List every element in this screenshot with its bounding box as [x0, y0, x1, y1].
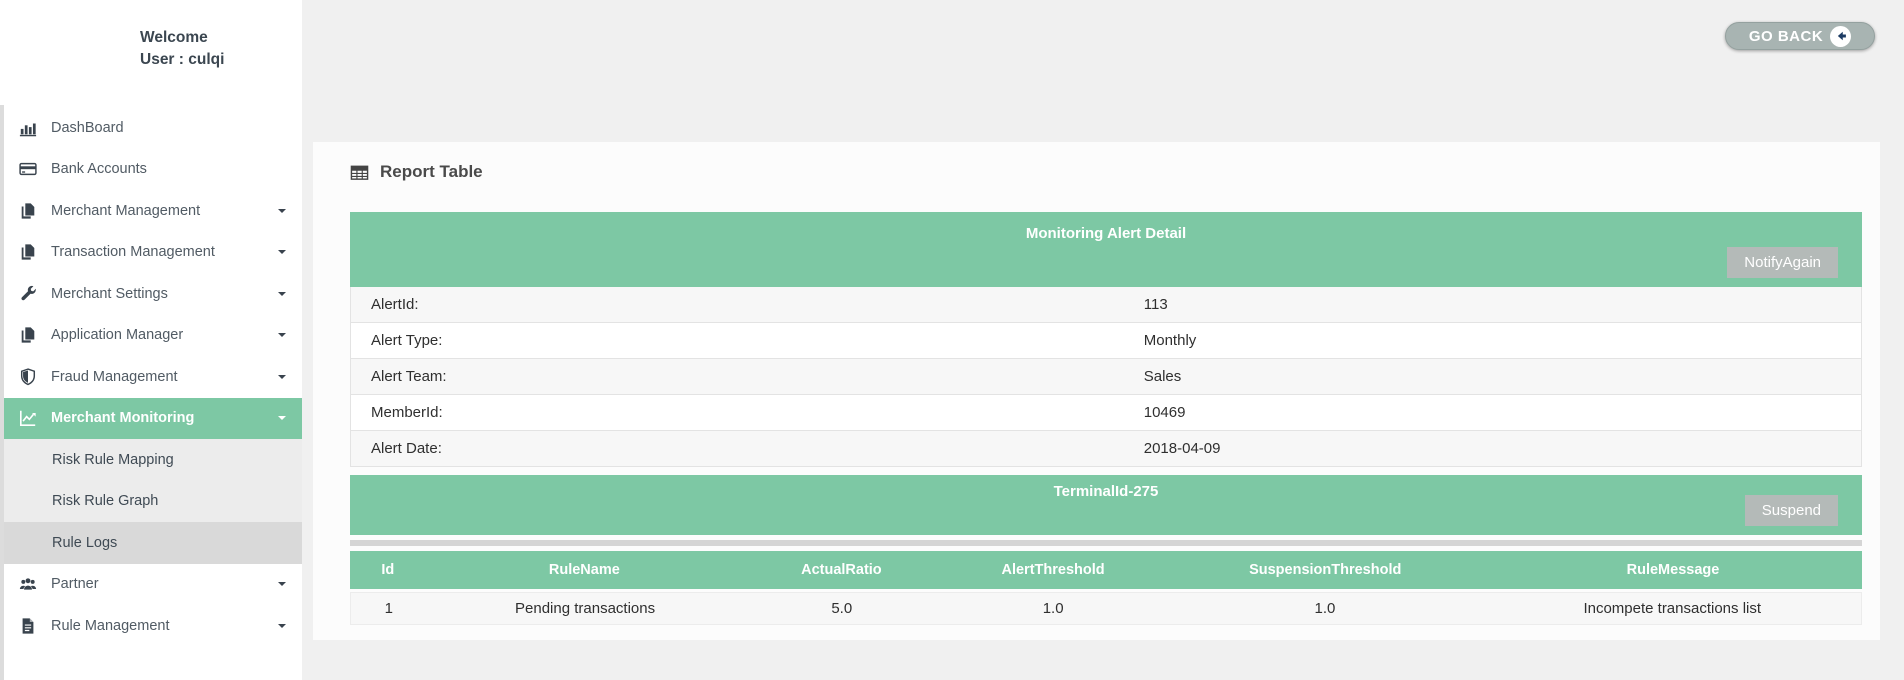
- sidebar-subitem-label: Rule Logs: [52, 535, 117, 551]
- chevron-down-icon: [278, 582, 286, 590]
- column-header-alertthreshold: AlertThreshold: [940, 562, 1167, 578]
- sidebar-item-partner[interactable]: Partner: [0, 564, 302, 606]
- alert-detail-header: Monitoring Alert Detail NotifyAgain: [350, 212, 1862, 287]
- shield-icon: [18, 367, 38, 387]
- file-text-icon: [18, 616, 38, 636]
- detail-label: AlertId:: [351, 296, 1144, 313]
- alert-detail-rows: AlertId: 113 Alert Type: Monthly Alert T…: [350, 287, 1862, 467]
- sidebar-item-fraud-management[interactable]: Fraud Management: [0, 356, 302, 398]
- sidebar-item-transaction-management[interactable]: Transaction Management: [0, 232, 302, 274]
- column-header-rulename: RuleName: [426, 562, 744, 578]
- sidebar-item-dashboard[interactable]: DashBoard: [0, 107, 302, 149]
- cell-rulename: Pending transactions: [427, 600, 744, 617]
- detail-value: Monthly: [1144, 332, 1861, 349]
- sidebar-item-label: Fraud Management: [51, 369, 178, 385]
- sidebar-item-application-manager[interactable]: Application Manager: [0, 315, 302, 357]
- chevron-down-icon: [278, 292, 286, 300]
- report-table-title: Report Table: [380, 162, 483, 182]
- column-header-suspensionthreshold: SuspensionThreshold: [1166, 562, 1484, 578]
- detail-label: Alert Type:: [351, 332, 1144, 349]
- chevron-down-icon: [278, 624, 286, 632]
- detail-row-member-id: MemberId: 10469: [350, 395, 1862, 431]
- terminal-title: TerminalId-275: [350, 475, 1862, 500]
- detail-value: Sales: [1144, 368, 1861, 385]
- detail-value: 113: [1144, 296, 1861, 313]
- welcome-user: User : culqi: [140, 49, 302, 71]
- column-header-id: Id: [350, 562, 426, 578]
- sidebar-item-label: Merchant Management: [51, 203, 200, 219]
- chevron-down-icon: [278, 375, 286, 383]
- detail-row-alert-id: AlertId: 113: [350, 287, 1862, 323]
- cell-suspensionthreshold: 1.0: [1166, 600, 1483, 617]
- detail-label: Alert Team:: [351, 368, 1144, 385]
- column-header-actualratio: ActualRatio: [743, 562, 940, 578]
- sidebar-item-label: Transaction Management: [51, 244, 215, 260]
- detail-row-alert-date: Alert Date: 2018-04-09: [350, 431, 1862, 467]
- copy-icon: [18, 325, 38, 345]
- merchant-monitoring-submenu: Risk Rule Mapping Risk Rule Graph Rule L…: [0, 439, 302, 564]
- divider: [350, 540, 1862, 546]
- sidebar-item-label: Rule Management: [51, 618, 170, 634]
- alert-detail-title: Monitoring Alert Detail: [350, 212, 1862, 242]
- welcome-line: Welcome: [140, 27, 302, 49]
- detail-row-alert-type: Alert Type: Monthly: [350, 323, 1862, 359]
- detail-value: 2018-04-09: [1144, 440, 1861, 457]
- report-table-card: Report Table Monitoring Alert Detail Not…: [313, 142, 1880, 640]
- sidebar-subitem-label: Risk Rule Graph: [52, 493, 158, 509]
- column-header-rulemessage: RuleMessage: [1484, 562, 1862, 578]
- rules-table-header: Id RuleName ActualRatio AlertThreshold S…: [350, 551, 1862, 589]
- cell-alertthreshold: 1.0: [940, 600, 1167, 617]
- go-back-button[interactable]: GO BACK: [1725, 22, 1875, 50]
- wrench-icon: [18, 284, 38, 304]
- arrow-left-icon: [1830, 26, 1851, 47]
- sidebar-subitem-rule-logs[interactable]: Rule Logs: [0, 522, 302, 564]
- sidebar-item-bank-accounts[interactable]: Bank Accounts: [0, 149, 302, 191]
- main-content: GO BACK Report Table Monitoring Alert De…: [302, 0, 1904, 680]
- detail-label: Alert Date:: [351, 440, 1144, 457]
- sidebar: Welcome User : culqi DashBoard Bank Acco…: [0, 0, 302, 680]
- chevron-down-icon: [278, 250, 286, 258]
- sidebar-item-label: Partner: [51, 576, 99, 592]
- go-back-label: GO BACK: [1749, 28, 1823, 45]
- detail-value: 10469: [1144, 404, 1861, 421]
- cell-actualratio: 5.0: [744, 600, 940, 617]
- sidebar-item-merchant-management[interactable]: Merchant Management: [0, 190, 302, 232]
- chevron-down-icon: [278, 209, 286, 217]
- cell-id: 1: [351, 600, 427, 617]
- line-chart-icon: [18, 408, 38, 428]
- sidebar-item-label: Application Manager: [51, 327, 183, 343]
- detail-label: MemberId:: [351, 404, 1144, 421]
- chevron-down-icon: [278, 416, 286, 424]
- notify-again-button[interactable]: NotifyAgain: [1727, 247, 1838, 278]
- table-icon: [350, 163, 369, 182]
- sidebar-menu: DashBoard Bank Accounts Merchant Managem…: [0, 107, 302, 647]
- copy-icon: [18, 242, 38, 262]
- users-icon: [18, 574, 38, 594]
- copy-icon: [18, 201, 38, 221]
- bar-chart-icon: [18, 118, 38, 138]
- sidebar-scrollbar[interactable]: [0, 105, 4, 680]
- detail-row-alert-team: Alert Team: Sales: [350, 359, 1862, 395]
- credit-card-icon: [18, 159, 38, 179]
- sidebar-item-label: Merchant Monitoring: [51, 410, 194, 426]
- suspend-button[interactable]: Suspend: [1745, 495, 1838, 526]
- sidebar-item-merchant-settings[interactable]: Merchant Settings: [0, 273, 302, 315]
- report-table-heading: Report Table: [350, 154, 1862, 190]
- sidebar-item-rule-management[interactable]: Rule Management: [0, 605, 302, 647]
- sidebar-item-merchant-monitoring[interactable]: Merchant Monitoring: [0, 398, 302, 440]
- sidebar-item-label: Bank Accounts: [51, 161, 147, 177]
- cell-rulemessage: Incompete transactions list: [1483, 600, 1861, 617]
- welcome-banner: Welcome User : culqi: [0, 0, 302, 71]
- sidebar-subitem-risk-rule-graph[interactable]: Risk Rule Graph: [0, 481, 302, 523]
- sidebar-item-label: DashBoard: [51, 120, 124, 136]
- sidebar-subitem-label: Risk Rule Mapping: [52, 452, 174, 468]
- chevron-down-icon: [278, 333, 286, 341]
- terminal-header: TerminalId-275 Suspend: [350, 475, 1862, 535]
- sidebar-item-label: Merchant Settings: [51, 286, 168, 302]
- table-row: 1 Pending transactions 5.0 1.0 1.0 Incom…: [350, 592, 1862, 625]
- sidebar-subitem-risk-rule-mapping[interactable]: Risk Rule Mapping: [0, 439, 302, 481]
